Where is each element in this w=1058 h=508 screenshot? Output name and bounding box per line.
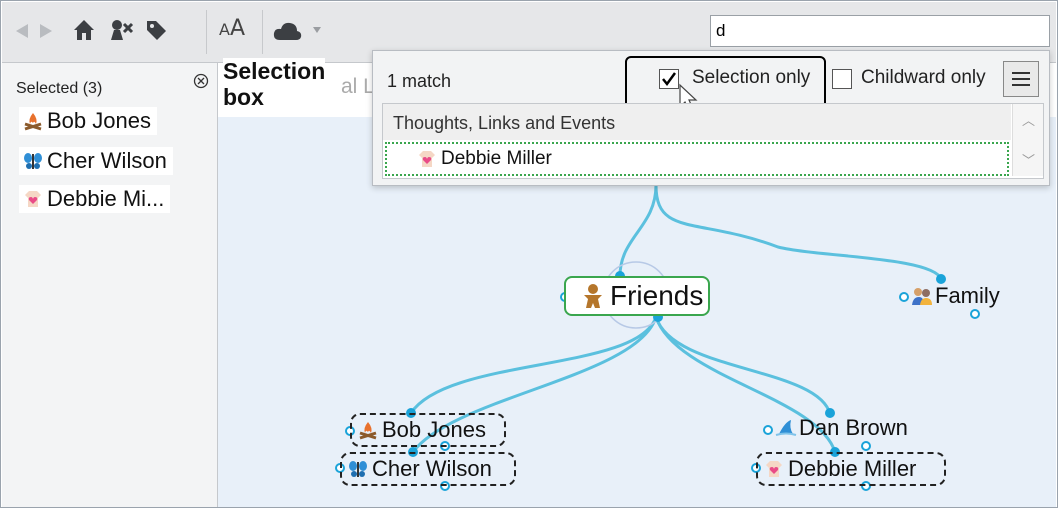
selection-only-checkbox[interactable] (659, 69, 679, 89)
campfire-icon (23, 111, 43, 131)
thought-node[interactable]: Cher Wilson (340, 452, 516, 486)
selection-only-label[interactable]: Selection only (692, 67, 810, 89)
heart-shirt-icon (764, 459, 784, 479)
results-group-header: Thoughts, Links and Events (383, 104, 1011, 140)
node-label: Family (935, 283, 1000, 308)
childward-only-checkbox[interactable] (832, 69, 852, 89)
selected-item[interactable]: Debbie Mi... (19, 185, 171, 213)
home-icon[interactable] (72, 18, 96, 42)
gingerbread-icon (580, 283, 606, 309)
annotation-line: Selection (223, 58, 326, 84)
chevron-down-icon[interactable]: ﹀ (1022, 150, 1035, 169)
butterfly-icon (348, 459, 368, 479)
app-window: AA d Selected (3) Bob Jones Cher Wilson (0, 0, 1058, 508)
node-label: Friends (610, 280, 704, 311)
annotation-line: box (223, 84, 264, 110)
selected-header: Selected (3) (16, 80, 103, 97)
node-label: Cher Wilson (372, 456, 492, 481)
toolbar-separator (206, 10, 207, 54)
toolbar-separator (262, 10, 263, 54)
match-count: 1 match (387, 71, 452, 91)
campfire-icon (358, 420, 378, 440)
node-label: Dan Brown (799, 415, 908, 440)
heart-shirt-icon (417, 149, 437, 169)
central-thought-node[interactable]: Friends (564, 276, 710, 316)
chevron-down-icon[interactable] (312, 26, 322, 34)
chevron-up-icon[interactable]: ︿ (1022, 110, 1035, 129)
result-label: Debbie Miller (441, 148, 552, 169)
annotation-callout: Selection box (223, 58, 326, 110)
selected-panel: Selected (3) Bob Jones Cher Wilson Debbi… (2, 63, 218, 507)
childward-only-label[interactable]: Childward only (861, 67, 986, 89)
results-scrollbar[interactable]: ︿ ﹀ (1012, 104, 1043, 176)
node-label: Debbie Miller (788, 456, 917, 481)
search-input[interactable]: d (710, 15, 1050, 47)
shark-fin-icon (775, 418, 797, 438)
font-size-button[interactable]: AA (219, 16, 245, 41)
menu-icon[interactable] (1003, 61, 1039, 97)
selected-item-label: Debbie Mi... (47, 186, 165, 211)
selected-item[interactable]: Bob Jones (19, 107, 157, 135)
selected-item[interactable]: Cher Wilson (19, 147, 173, 175)
thought-node[interactable]: Bob Jones (350, 413, 506, 447)
heart-shirt-icon (23, 189, 43, 209)
tag-icon[interactable] (144, 18, 168, 42)
selected-item-label: Bob Jones (47, 108, 151, 133)
thought-node[interactable]: Dan Brown (775, 415, 908, 441)
close-icon[interactable] (193, 73, 209, 94)
cloud-icon[interactable] (272, 20, 302, 42)
thought-node[interactable]: Family (911, 283, 1000, 309)
selected-item-label: Cher Wilson (47, 148, 167, 173)
search-results-list: Thoughts, Links and Events Debbie Miller… (382, 103, 1044, 179)
focus-thought-icon[interactable] (108, 18, 134, 42)
node-label: Bob Jones (382, 417, 486, 442)
back-icon[interactable] (14, 22, 30, 40)
search-result-item[interactable]: Debbie Miller (385, 142, 1009, 176)
butterfly-icon (23, 151, 43, 171)
forward-icon[interactable] (38, 22, 54, 40)
people-icon (911, 286, 932, 306)
thought-node[interactable]: Debbie Miller (756, 452, 946, 486)
search-results-dropdown: 1 match Selection only Childward only Th… (372, 50, 1050, 186)
